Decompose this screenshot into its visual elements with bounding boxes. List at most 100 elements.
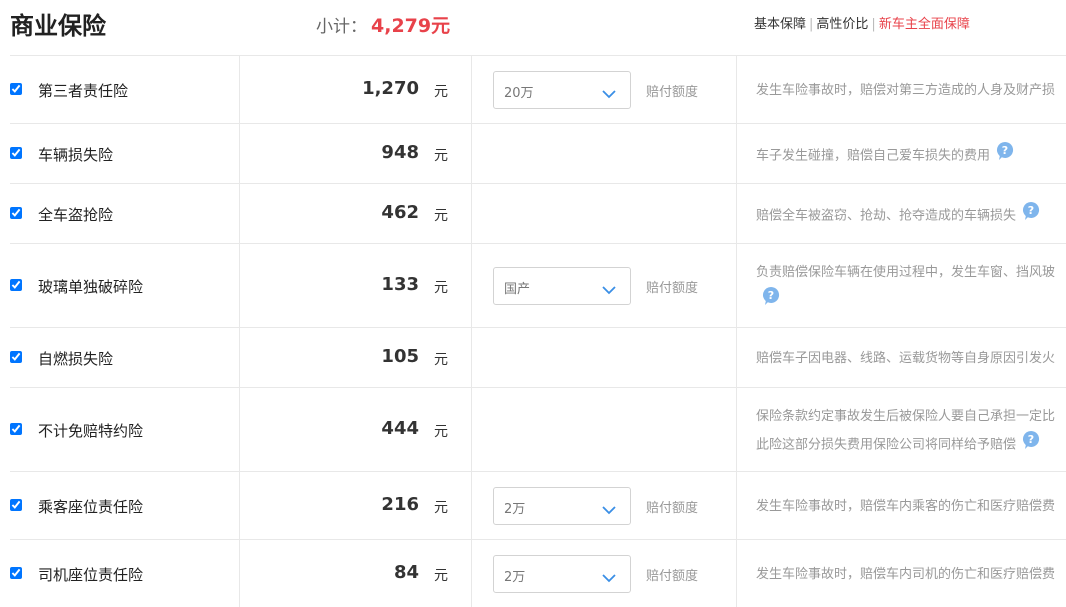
description-text: 负责赔偿保险车辆在使用过程中，发生车窗、挡风玻 [756,265,1056,280]
insurance-row: 玻璃单独破碎险 133 元 国产 赔付额度 负责赔偿保险车辆在使用过程中，发生车窗、挡风玻… [10,243,1066,327]
description-line: 发生车险事故时，赔偿对第三方造成的人身及财产损 [756,77,1066,104]
insurance-description: 发生车险事故时，赔偿对第三方造成的人身及财产损 [756,77,1066,104]
tab-new-owner[interactable]: 新车主全面保障 [879,17,970,32]
name-cell: 自燃损失险 [10,328,240,387]
help-icon[interactable]: ? [762,286,780,316]
description-text: 发生车险事故时，赔偿对第三方造成的人身及财产损 [756,82,1056,98]
coverage-select-value: 2万 [504,570,526,585]
description-line: 车子发生碰撞，赔偿自己爱车损失的费用? [756,141,1066,171]
tab-basic[interactable]: 基本保障 [754,17,806,32]
price-unit: 元 [434,280,448,296]
description-line: ? [756,286,1066,316]
header: 商业保险 小计： 4,279元 基本保障 | 高性价比 | 新车主全面保障 [0,0,1066,56]
description-text: 发生车险事故时，赔偿车内司机的伤亡和医疗赔偿费 [756,566,1056,582]
name-cell: 乘客座位责任险 [10,472,240,539]
option-cell: 国产 赔付额度 [471,244,737,327]
name-cell: 第三者责任险 [10,56,240,123]
option-cell [471,388,737,471]
chevron-down-icon [602,500,616,519]
name-cell: 车辆损失险 [10,124,240,183]
coverage-select-value: 2万 [504,502,526,517]
insurance-name: 玻璃单独破碎险 [38,278,144,296]
svg-text:?: ? [1028,433,1034,446]
insurance-description: 保险条款约定事故发生后被保险人要自己承担一定比 此险这部分损失费用保险公司将同样给… [756,403,1066,460]
description-line: 此险这部分损失费用保险公司将同样给予赔偿? [756,430,1066,460]
insurance-price: 1,270 [362,78,419,99]
option-cell [471,328,737,387]
help-icon[interactable]: ? [1022,430,1040,460]
price-unit: 元 [434,568,448,584]
description-line: 发生车险事故时，赔偿车内司机的伤亡和医疗赔偿费 [756,561,1066,588]
insurance-price: 133 [381,274,419,295]
description-text: 此险这部分损失费用保险公司将同样给予赔偿 [756,437,1017,453]
tab-divider: | [871,17,876,32]
insurance-price: 444 [381,418,419,439]
help-icon[interactable]: ? [1022,201,1040,231]
insurance-description: 车子发生碰撞，赔偿自己爱车损失的费用? [756,141,1066,171]
insurance-checkbox[interactable] [10,207,22,219]
description-line: 发生车险事故时，赔偿车内乘客的伤亡和医疗赔偿费 [756,493,1066,520]
price-unit: 元 [434,424,448,440]
coverage-label: 赔付额度 [646,501,699,516]
subtotal-value: 4,279元 [371,15,451,37]
insurance-row: 全车盗抢险 462 元 赔偿全车被盗窃、抢劫、抢夺造成的车辆损失? [10,183,1066,243]
svg-text:?: ? [1002,144,1008,157]
description-text: 发生车险事故时，赔偿车内乘客的伤亡和医疗赔偿费 [756,498,1056,514]
coverage-select[interactable]: 20万 [493,71,631,109]
insurance-price: 105 [381,346,419,367]
coverage-select-value: 国产 [504,282,531,297]
description-line: 赔偿车子因电器、线路、运载货物等自身原因引发火 [756,345,1066,372]
option-cell: 2万 赔付额度 [471,540,737,607]
insurance-description: 发生车险事故时，赔偿车内乘客的伤亡和医疗赔偿费 [756,493,1066,520]
insurance-checkbox[interactable] [10,567,22,579]
insurance-checkbox[interactable] [10,83,22,95]
coverage-select[interactable]: 国产 [493,267,631,305]
coverage-label: 赔付额度 [646,569,699,584]
insurance-checkbox[interactable] [10,351,22,363]
insurance-name: 乘客座位责任险 [38,498,144,516]
insurance-name: 全车盗抢险 [38,206,114,224]
name-cell: 玻璃单独破碎险 [10,244,240,327]
coverage-select[interactable]: 2万 [493,555,631,593]
help-icon[interactable]: ? [996,141,1014,171]
tab-value[interactable]: 高性价比 [816,17,868,32]
insurance-checkbox[interactable] [10,423,22,435]
insurance-name: 自燃损失险 [38,350,114,368]
insurance-row: 第三者责任险 1,270 元 20万 赔付额度 发生车险事故时，赔偿对第三方造成的人身及财… [10,55,1066,123]
option-cell [471,124,737,183]
description-text: 保险条款约定事故发生后被保险人要自己承担一定比 [756,409,1056,424]
option-cell [471,184,737,243]
option-cell: 2万 赔付额度 [471,472,737,539]
insurance-row: 乘客座位责任险 216 元 2万 赔付额度 发生车险事故时，赔偿车内乘客的伤亡和医疗赔偿费 [10,471,1066,539]
plan-tabs: 基本保障 | 高性价比 | 新车主全面保障 [754,13,970,32]
price-unit: 元 [434,208,448,224]
insurance-description: 发生车险事故时，赔偿车内司机的伤亡和医疗赔偿费 [756,561,1066,588]
insurance-row: 司机座位责任险 84 元 2万 赔付额度 发生车险事故时，赔偿车内司机的伤亡和医疗赔偿费 [10,539,1066,607]
insurance-row: 车辆损失险 948 元 车子发生碰撞，赔偿自己爱车损失的费用? [10,123,1066,183]
description-line: 保险条款约定事故发生后被保险人要自己承担一定比 [756,403,1066,430]
insurance-description: 赔偿车子因电器、线路、运载货物等自身原因引发火 [756,345,1066,372]
subtotal-label: 小计： [316,17,367,37]
insurance-name: 不计免赔特约险 [38,422,144,440]
coverage-select-value: 20万 [504,86,534,101]
insurance-name: 第三者责任险 [38,82,129,100]
insurance-checkbox[interactable] [10,147,22,159]
insurance-checkbox[interactable] [10,499,22,511]
coverage-select[interactable]: 2万 [493,487,631,525]
price-unit: 元 [434,500,448,516]
insurance-list: 第三者责任险 1,270 元 20万赔付额度 发生车险事故时，赔偿对第三方造成的人身及财… [10,55,1066,607]
insurance-row: 不计免赔特约险 444 元 保险条款约定事故发生后被保险人要自己承担一定比 此险这部分损… [10,387,1066,471]
tab-divider: | [809,17,814,32]
description-text: 车子发生碰撞，赔偿自己爱车损失的费用 [756,148,991,163]
insurance-row: 自燃损失险 105 元 赔偿车子因电器、线路、运载货物等自身原因引发火 [10,327,1066,387]
insurance-name: 司机座位责任险 [38,566,144,584]
price-unit: 元 [434,84,448,100]
subtotal: 小计： 4,279元 [316,11,450,38]
name-cell: 全车盗抢险 [10,184,240,243]
page-title: 商业保险 [10,12,106,40]
price-unit: 元 [434,148,448,164]
description-line: 赔偿全车被盗窃、抢劫、抢夺造成的车辆损失? [756,201,1066,231]
insurance-description: 负责赔偿保险车辆在使用过程中，发生车窗、挡风玻? [756,259,1066,316]
insurance-checkbox[interactable] [10,279,22,291]
chevron-down-icon [602,84,616,103]
